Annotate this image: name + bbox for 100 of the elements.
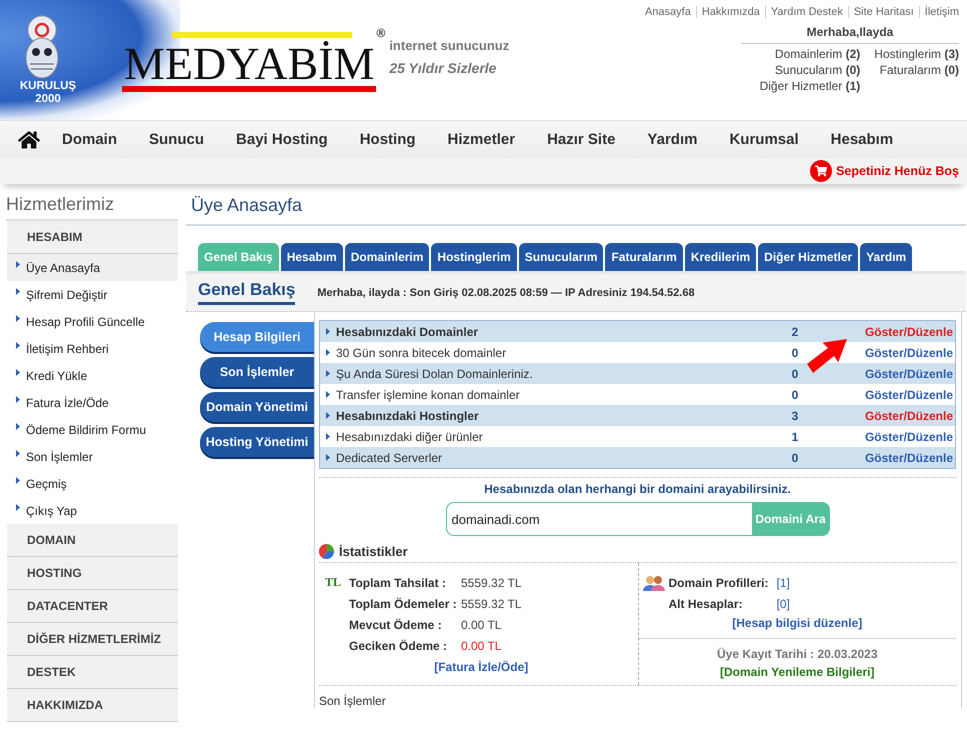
sidebar-item[interactable]: Hesap Profili Güncelle bbox=[7, 308, 178, 335]
sidebar-item[interactable]: Geçmiş bbox=[7, 470, 178, 497]
side-menu-button[interactable]: Hosting Yönetimi bbox=[200, 427, 314, 457]
welcome-text: Merhaba, ilayda : Son Giriş 02.08.2025 08:59 — IP Adresiniz 194.54.52.68 bbox=[317, 286, 695, 298]
profile-label: Domain Profilleri: bbox=[668, 576, 770, 590]
sidebar-item[interactable]: Son İşlemler bbox=[7, 443, 178, 470]
sidebar-item[interactable]: Fatura İzle/Öde bbox=[7, 389, 178, 416]
founded-badge-text: KURULUŞ 2000 bbox=[18, 80, 78, 106]
tab[interactable]: Sunucularım bbox=[518, 243, 604, 271]
greeting-text: Merhaba,Ilayda bbox=[741, 25, 959, 44]
logo-slogan: 25 Yıldır Sizlerle bbox=[389, 60, 498, 76]
nav-menu-item[interactable]: Hazır Site bbox=[531, 131, 632, 148]
sidebar-section-header[interactable]: DATACENTER bbox=[7, 590, 178, 623]
profile-count-link[interactable]: [1] bbox=[776, 576, 790, 590]
sidebar-section-header[interactable]: HOSTING bbox=[7, 557, 178, 590]
top-link[interactable]: İletişim bbox=[918, 6, 959, 18]
row-count: 3 bbox=[790, 408, 800, 422]
account-count-link[interactable]: Hostinglerim (3) bbox=[874, 47, 959, 61]
profile-label: Alt Hesaplar: bbox=[668, 596, 744, 610]
sidebar-item[interactable]: Üye Anasayfa bbox=[7, 254, 178, 281]
renewal-info-link[interactable]: [Domain Yenileme Bilgileri] bbox=[720, 665, 874, 679]
top-link[interactable]: Site Haritası bbox=[848, 6, 919, 18]
tab[interactable]: Diğer Hizmetler bbox=[758, 243, 858, 271]
row-count: 0 bbox=[790, 450, 800, 464]
tab[interactable]: Hesabım bbox=[280, 243, 343, 271]
nav-menu-item[interactable]: Hesabım bbox=[814, 131, 910, 148]
row-count: 0 bbox=[790, 366, 800, 380]
nav-menu-item[interactable]: Sunucu bbox=[133, 131, 220, 148]
cart-link[interactable]: Sepetiniz Henüz Boş bbox=[810, 160, 959, 182]
bullet-triangle-icon bbox=[16, 288, 20, 295]
top-link[interactable]: Hakkımızda bbox=[696, 6, 765, 18]
profile-count-link[interactable]: [0] bbox=[776, 596, 790, 610]
stat-label: Toplam Ödemeler : bbox=[349, 596, 458, 610]
sidebar-item[interactable]: İletişim Rehberi bbox=[7, 335, 178, 362]
tab[interactable]: Faturalarım bbox=[605, 243, 683, 271]
show-edit-link[interactable]: Göster/Düzenle bbox=[864, 366, 953, 380]
row-label: Şu Anda Süresi Dolan Domainleriniz. bbox=[336, 366, 534, 380]
bullet-triangle-icon bbox=[16, 477, 20, 484]
row-count: 1 bbox=[790, 430, 800, 444]
show-edit-link[interactable]: Göster/Düzenle bbox=[864, 388, 953, 402]
cart-icon bbox=[810, 160, 832, 182]
show-edit-link[interactable]: Göster/Düzenle bbox=[864, 450, 953, 464]
tab[interactable]: Kredilerim bbox=[684, 243, 756, 271]
home-icon[interactable] bbox=[18, 128, 40, 150]
stat-label: Mevcut Ödeme : bbox=[349, 618, 443, 632]
pointer-arrow bbox=[807, 339, 847, 373]
top-link[interactable]: Yardım Destek bbox=[764, 6, 848, 18]
show-edit-link[interactable]: Göster/Düzenle bbox=[864, 408, 953, 422]
sidebar-section-header[interactable]: HESABIM bbox=[7, 221, 178, 254]
tab[interactable]: Hostinglerim bbox=[431, 243, 517, 271]
sidebar-item[interactable]: Ödeme Bildirim Formu bbox=[7, 416, 178, 443]
side-menu-button[interactable]: Son İşlemler bbox=[200, 357, 314, 387]
account-count-link[interactable]: Domainlerim (2) bbox=[774, 47, 860, 61]
pie-chart-icon bbox=[319, 544, 334, 559]
invoice-link[interactable]: [Fatura İzle/Öde] bbox=[434, 660, 528, 674]
sidebar-item[interactable]: Kredi Yükle bbox=[7, 362, 178, 389]
account-count-link[interactable]: Sunucularım (0) bbox=[774, 63, 860, 77]
row-label: Transfer işlemine konan domainler bbox=[336, 388, 521, 402]
row-count: 0 bbox=[790, 388, 800, 402]
show-edit-link[interactable]: Göster/Düzenle bbox=[864, 324, 953, 338]
row-label: Hesabınızdaki diğer ürünler bbox=[336, 430, 484, 444]
sidebar-section-header[interactable]: DOMAIN bbox=[7, 524, 178, 557]
account-count-link[interactable]: Faturalarım (0) bbox=[880, 63, 959, 77]
stat-label: Toplam Tahsilat : bbox=[349, 576, 447, 590]
domain-search-field[interactable]: domainadi.com bbox=[446, 502, 752, 536]
top-link[interactable]: Anasayfa bbox=[640, 6, 696, 18]
row-count: 0 bbox=[790, 346, 800, 360]
bullet-triangle-icon bbox=[16, 342, 20, 349]
bullet-triangle-icon bbox=[16, 504, 20, 511]
row-label: Dedicated Serverler bbox=[336, 450, 444, 464]
show-edit-link[interactable]: Göster/Düzenle bbox=[864, 346, 953, 360]
sidebar-item[interactable]: Çıkış Yap bbox=[7, 497, 178, 524]
row-label: 30 Gün sonra bitecek domainler bbox=[336, 346, 508, 360]
edit-account-link[interactable]: [Hesap bilgisi düzenle] bbox=[732, 616, 862, 630]
row-count: 2 bbox=[790, 324, 800, 338]
nav-menu-item[interactable]: Domain bbox=[46, 131, 134, 148]
bullet-triangle-icon bbox=[16, 261, 20, 268]
sidebar-item[interactable]: Şifremi Değiştir bbox=[7, 281, 178, 308]
panel-title: Genel Bakış bbox=[198, 280, 296, 305]
tab[interactable]: Yardım bbox=[860, 243, 912, 271]
side-menu-button[interactable]: Hesap Bilgileri bbox=[200, 322, 314, 352]
sidebar-section-header[interactable]: HAKKIMIZDA bbox=[7, 689, 178, 722]
show-edit-link[interactable]: Göster/Düzenle bbox=[864, 430, 953, 444]
bullet-triangle-icon bbox=[326, 349, 330, 356]
nav-menu-item[interactable]: Hizmetler bbox=[432, 131, 532, 148]
stat-value: 0.00 TL bbox=[461, 618, 502, 632]
nav-menu-item[interactable]: Hosting bbox=[344, 131, 432, 148]
nav-menu-item[interactable]: Bayi Hosting bbox=[220, 131, 344, 148]
bullet-triangle-icon bbox=[16, 369, 20, 376]
nav-menu-item[interactable]: Yardım bbox=[631, 131, 714, 148]
sidebar-section-header[interactable]: DİĞER HİZMETLERİMİZ bbox=[7, 623, 178, 656]
side-menu-button[interactable]: Domain Yönetimi bbox=[200, 392, 314, 422]
sidebar-section-header[interactable]: DESTEK bbox=[7, 656, 178, 689]
stat-value: 5559.32 TL bbox=[461, 596, 522, 610]
page-title: Üye Anasayfa bbox=[186, 192, 966, 226]
bullet-triangle-icon bbox=[326, 433, 330, 440]
nav-menu-item[interactable]: Kurumsal bbox=[713, 131, 815, 148]
account-count-link[interactable]: Diğer Hizmetler (1) bbox=[760, 79, 860, 93]
row-label: Hesabınızdaki Hostingler bbox=[336, 408, 480, 422]
tab[interactable]: Domainlerim bbox=[344, 243, 430, 271]
